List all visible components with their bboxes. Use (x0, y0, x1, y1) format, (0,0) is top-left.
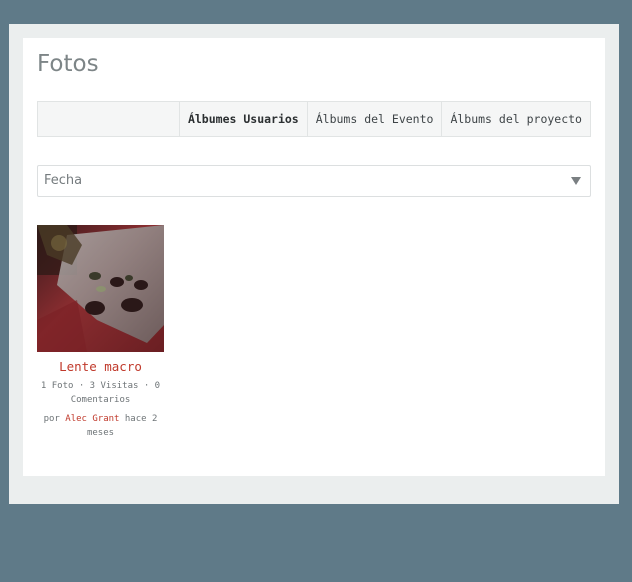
tab-project-albums[interactable]: Álbums del proyecto (441, 102, 590, 136)
sort-select-value: Fecha (44, 173, 83, 188)
caret-down-icon (571, 177, 581, 185)
album-stats: 1 Foto · 3 Visitas · 0 Comentarios (40, 381, 161, 405)
author-prefix: por (43, 414, 60, 424)
sort-select[interactable]: Fecha (37, 165, 591, 197)
tab-event-albums[interactable]: Álbums del Evento (306, 102, 442, 136)
page-title: Fotos (37, 51, 99, 77)
photos-panel: Fotos Álbumes Usuarios Álbums del Evento… (23, 38, 605, 476)
author-link[interactable]: Alec Grant (65, 414, 119, 424)
album-tabs: Álbumes Usuarios Álbums del Evento Álbum… (37, 101, 591, 137)
album-title[interactable]: Lente macro (37, 359, 164, 374)
tab-user-albums[interactable]: Álbumes Usuarios (178, 102, 307, 136)
album-card: Lente macro 1 Foto · 3 Visitas · 0 Comen… (37, 225, 164, 440)
content-frame: Fotos Álbumes Usuarios Álbums del Evento… (9, 24, 619, 504)
album-thumbnail[interactable] (37, 225, 164, 352)
album-author-line: por Alec Grant hace 2 meses (37, 412, 164, 440)
